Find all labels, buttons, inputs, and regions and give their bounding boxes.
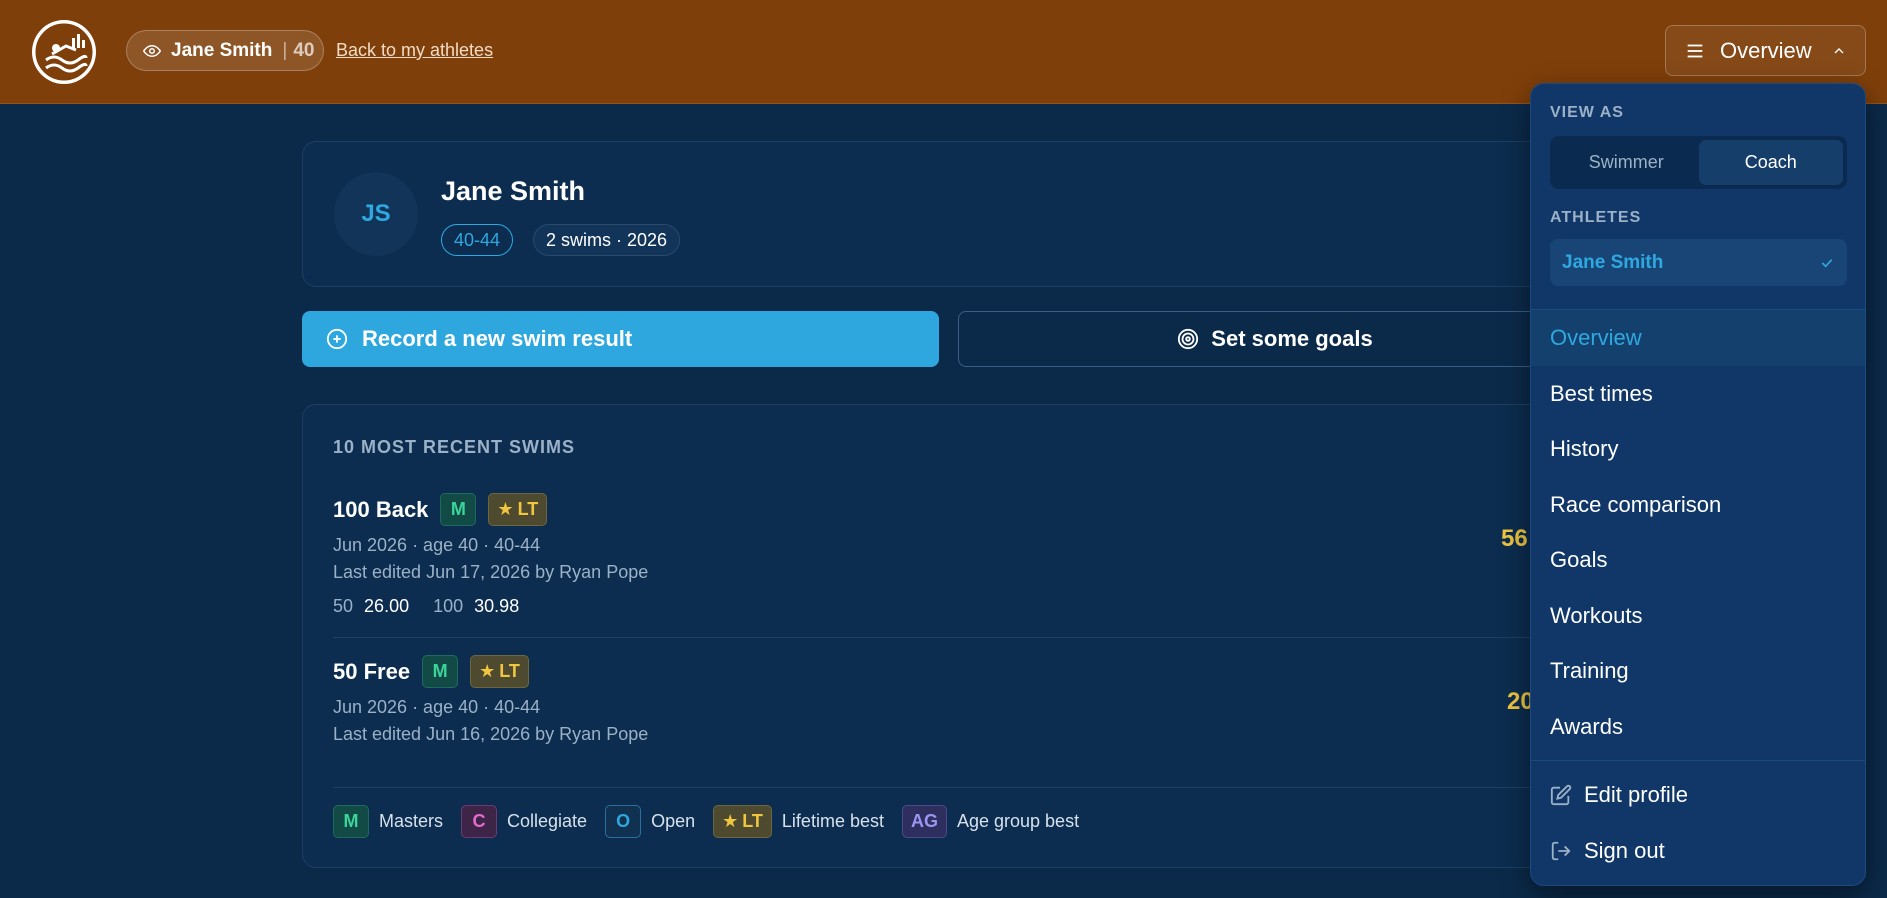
- badge-legend: M Masters C Collegiate O Open ★ LT Lifet…: [333, 805, 1085, 838]
- sign-out-label: Sign out: [1584, 838, 1665, 863]
- chevron-up-icon: [1831, 43, 1847, 59]
- plus-circle-icon: [326, 328, 348, 350]
- legend-item: C Collegiate: [461, 805, 587, 838]
- edit-icon: [1550, 784, 1572, 806]
- swim-event: 50 Free: [333, 658, 411, 684]
- legend-item: AG Age group best: [901, 805, 1080, 838]
- menu-divider: [1531, 760, 1865, 761]
- star-icon: ★: [722, 811, 739, 831]
- split-label: 50: [333, 596, 354, 616]
- menu-item-workouts[interactable]: Workouts: [1531, 588, 1865, 644]
- profile-name: Jane Smith: [441, 176, 586, 206]
- athlete-option-jane-smith[interactable]: Jane Smith: [1550, 239, 1847, 286]
- legend-badge: O: [605, 805, 642, 838]
- star-icon: ★: [479, 661, 496, 681]
- legend-badge: C: [461, 805, 498, 838]
- legend-label: Lifetime best: [781, 811, 884, 831]
- athletes-label: ATHLETES: [1550, 209, 1642, 226]
- legend-item: O Open: [605, 805, 695, 838]
- legend-label: Masters: [379, 811, 444, 831]
- eye-icon: [143, 42, 161, 60]
- recent-swims-card: 10 MOST RECENT SWIMS 100 Back M ★ LT Jun…: [302, 404, 1592, 868]
- nav-toggle-label: Overview: [1720, 37, 1812, 63]
- lifetime-best-code: LT: [517, 499, 539, 519]
- view-as-toggle: Swimmer Coach: [1550, 136, 1847, 189]
- split-value: 30.98: [474, 596, 520, 616]
- swim-row[interactable]: 50 Free M ★ LT Jun 2026 · age 40 · 40-44…: [333, 655, 648, 748]
- masters-badge: M: [422, 655, 459, 688]
- menu-item-overview[interactable]: Overview: [1531, 310, 1865, 366]
- view-as-label: VIEW AS: [1550, 104, 1624, 121]
- athlete-option-label: Jane Smith: [1562, 251, 1664, 273]
- viewing-athlete-pill[interactable]: Jane Smith | 40: [126, 30, 324, 71]
- legend-item: M Masters: [333, 805, 443, 838]
- record-swim-button[interactable]: Record a new swim result: [302, 311, 939, 367]
- view-as-swimmer-button[interactable]: Swimmer: [1554, 140, 1699, 185]
- back-to-athletes-link[interactable]: Back to my athletes: [336, 40, 493, 61]
- avatar: JS: [334, 172, 418, 256]
- lifetime-best-badge: ★ LT: [470, 655, 529, 688]
- swim-time: 56: [1501, 525, 1528, 552]
- swim-count-tag: 2 swims · 2026: [533, 224, 681, 256]
- swim-meta: Jun 2026 · age 40 · 40-44: [333, 697, 541, 717]
- swim-row[interactable]: 100 Back M ★ LT Jun 2026 · age 40 · 40-4…: [333, 493, 648, 617]
- recent-swims-title: 10 MOST RECENT SWIMS: [333, 437, 576, 457]
- swim-edited: Last edited Jun 17, 2026 by Ryan Pope: [333, 562, 649, 582]
- swim-event: 100 Back: [333, 496, 429, 522]
- legend-label: Age group best: [956, 811, 1080, 831]
- swim-meta: Jun 2026 · age 40 · 40-44: [333, 535, 541, 555]
- pill-separator: |: [282, 39, 288, 61]
- target-icon: [1177, 328, 1199, 350]
- legend-item: ★ LT Lifetime best: [713, 805, 884, 838]
- splits: 50 26.00 100 30.98: [333, 596, 648, 617]
- hamburger-icon: [1684, 40, 1706, 62]
- legend-label: Collegiate: [507, 811, 588, 831]
- split-item: 50 26.00: [333, 596, 409, 617]
- menu-item-goals[interactable]: Goals: [1531, 532, 1865, 588]
- lifetime-best-code: LT: [499, 661, 520, 681]
- legend-label: Open: [651, 811, 696, 831]
- menu-item-race-comparison[interactable]: Race comparison: [1531, 477, 1865, 533]
- record-swim-label: Record a new swim result: [362, 326, 633, 351]
- viewing-athlete-age: 40: [293, 39, 315, 61]
- edit-profile-label: Edit profile: [1584, 782, 1688, 807]
- set-goals-button[interactable]: Set some goals: [958, 311, 1592, 367]
- view-as-coach-button[interactable]: Coach: [1698, 140, 1843, 185]
- profile-card: JS Jane Smith 40-44 2 swims · 2026: [302, 141, 1592, 287]
- check-icon: [1819, 255, 1835, 271]
- divider: [333, 637, 1563, 638]
- viewing-athlete-name: Jane Smith: [171, 39, 273, 61]
- edit-profile-button[interactable]: Edit profile: [1531, 767, 1865, 823]
- legend-badge: AG: [901, 805, 947, 838]
- menu-item-history[interactable]: History: [1531, 421, 1865, 477]
- age-group-tag: 40-44: [441, 224, 514, 256]
- sign-out-icon: [1550, 840, 1572, 862]
- swim-edited: Last edited Jun 16, 2026 by Ryan Pope: [333, 724, 649, 744]
- legend-badge: M: [333, 805, 369, 838]
- set-goals-label: Set some goals: [1211, 326, 1373, 351]
- legend-code: LT: [742, 811, 763, 831]
- nav-dropdown-menu: VIEW AS Swimmer Coach ATHLETES Jane Smit…: [1530, 83, 1866, 886]
- divider: [333, 787, 1563, 788]
- swim-logo-icon[interactable]: [32, 20, 96, 84]
- split-label: 100: [433, 596, 464, 616]
- split-value: 26.00: [364, 596, 410, 616]
- menu-item-training[interactable]: Training: [1531, 643, 1865, 699]
- menu-item-awards[interactable]: Awards: [1531, 699, 1865, 755]
- legend-badge: ★ LT: [713, 805, 772, 838]
- sign-out-button[interactable]: Sign out: [1531, 823, 1865, 879]
- nav-menu-toggle[interactable]: Overview: [1665, 25, 1866, 76]
- star-icon: ★: [497, 499, 514, 519]
- masters-badge: M: [440, 493, 477, 526]
- lifetime-best-badge: ★ LT: [488, 493, 548, 526]
- menu-item-best-times[interactable]: Best times: [1531, 366, 1865, 422]
- split-item: 100 30.98: [433, 596, 519, 617]
